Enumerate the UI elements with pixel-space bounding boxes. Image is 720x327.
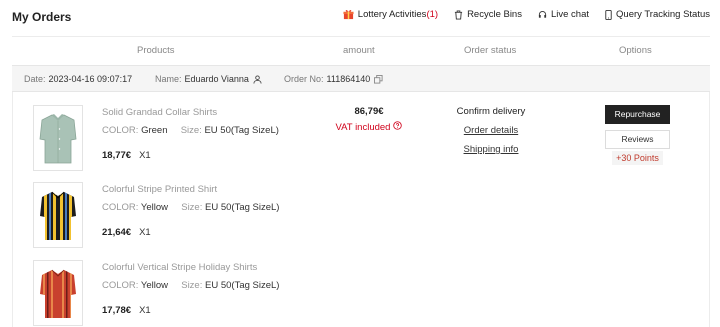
product-attributes: COLOR: Yellow Size: EU 50(Tag SizeL) [102, 202, 279, 213]
order-name-label: Name: [155, 74, 182, 84]
header-links: Lottery Activities (1) Recycle Bins Live … [327, 9, 710, 20]
list-item: Solid Grandad Collar Shirts COLOR: Green… [33, 105, 373, 173]
column-order-status: Order status [464, 45, 517, 56]
live-chat-label: Live chat [550, 9, 590, 20]
product-attributes: COLOR: Green Size: EU 50(Tag SizeL) [102, 125, 279, 136]
vat-label: VAT included [335, 121, 391, 133]
color-label: COLOR: [102, 125, 139, 136]
order-date-value: 2023-04-16 09:07:17 [48, 74, 133, 84]
repurchase-button[interactable]: Repurchase [605, 105, 670, 124]
list-item: Colorful Vertical Stripe Holiday Shirts … [33, 260, 373, 327]
product-attributes: COLOR: Yellow Size: EU 50(Tag SizeL) [102, 280, 279, 291]
order-details-link[interactable]: Order details [451, 125, 531, 136]
product-image-holiday-shirt[interactable] [33, 260, 83, 326]
copy-icon[interactable] [374, 74, 383, 84]
color-label: COLOR: [102, 280, 139, 291]
order-name: Name: Eduardo Vianna [155, 74, 262, 84]
product-name[interactable]: Colorful Vertical Stripe Holiday Shirts [102, 262, 257, 273]
size-label: Size: [181, 202, 203, 213]
table-header: Products amount Order status Options [12, 36, 710, 65]
order-status: Confirm delivery Order details Shipping … [451, 106, 531, 155]
lottery-activities-label: Lottery Activities [357, 9, 427, 20]
points-badge: +30 Points [612, 151, 663, 165]
top-bar: My Orders Lottery Activities (1) Recycle … [0, 0, 720, 36]
lottery-count: (1) [426, 9, 439, 20]
order-date: Date: 2023-04-16 09:07:17 [24, 74, 132, 84]
product-price-row: 17,78€ X1 [102, 305, 151, 316]
size-value: EU 50(Tag SizeL) [205, 202, 280, 213]
product-price-row: 21,64€ X1 [102, 227, 151, 238]
size-value: EU 50(Tag SizeL) [204, 125, 279, 136]
product-price: 18,77€ [102, 150, 132, 161]
order-number: Order No: 111864140 [284, 74, 383, 84]
shipping-info-link[interactable]: Shipping info [451, 144, 531, 155]
help-icon [393, 121, 403, 133]
product-price: 17,78€ [102, 305, 132, 316]
size-label: Size: [181, 280, 203, 291]
order-options: Repurchase Reviews +30 Points [605, 105, 670, 165]
reviews-button[interactable]: Reviews [605, 130, 670, 149]
order-total: 86,79€ [354, 106, 384, 117]
product-quantity: X1 [139, 305, 151, 316]
product-quantity: X1 [139, 150, 151, 161]
order-meta-bar: Date: 2023-04-16 09:07:17 Name: Eduardo … [12, 65, 710, 92]
phone-icon [605, 9, 612, 20]
product-image-stripe-shirt[interactable] [33, 182, 83, 248]
column-products: Products [137, 45, 175, 56]
column-amount: amount [343, 45, 375, 56]
color-value: Green [141, 125, 168, 136]
order-number-label: Order No: [284, 74, 324, 84]
size-value: EU 50(Tag SizeL) [205, 280, 280, 291]
lottery-activities-link[interactable]: Lottery Activities (1) [343, 9, 438, 20]
gift-icon [343, 9, 354, 20]
recycle-bins-link[interactable]: Recycle Bins [454, 9, 522, 20]
vat-note[interactable]: VAT included [329, 121, 409, 133]
recycle-bins-label: Recycle Bins [467, 9, 522, 20]
order-amount: 86,79€ VAT included [329, 106, 409, 133]
product-name[interactable]: Colorful Stripe Printed Shirt [102, 184, 217, 195]
product-price: 21,64€ [102, 227, 132, 238]
query-tracking-link[interactable]: Query Tracking Status [605, 9, 710, 20]
product-quantity: X1 [139, 227, 151, 238]
live-chat-link[interactable]: Live chat [538, 9, 589, 20]
order-number-value: 111864140 [326, 74, 371, 84]
color-value: Yellow [140, 280, 169, 291]
column-options: Options [619, 45, 652, 56]
user-icon [253, 74, 262, 84]
trash-icon [454, 10, 463, 20]
color-label: COLOR: [102, 202, 139, 213]
product-price-row: 18,77€ X1 [102, 150, 151, 161]
headset-icon [538, 10, 547, 20]
status-text: Confirm delivery [456, 106, 526, 117]
list-item: Colorful Stripe Printed Shirt COLOR: Yel… [33, 182, 373, 250]
order-body: Solid Grandad Collar Shirts COLOR: Green… [12, 92, 710, 327]
order-name-value: Eduardo Vianna [184, 74, 249, 84]
product-image-green-shirt[interactable] [33, 105, 83, 171]
product-name[interactable]: Solid Grandad Collar Shirts [102, 107, 217, 118]
query-tracking-label: Query Tracking Status [616, 9, 710, 20]
order-date-label: Date: [24, 74, 46, 84]
page-title: My Orders [12, 10, 72, 24]
size-label: Size: [180, 125, 202, 136]
color-value: Yellow [140, 202, 169, 213]
